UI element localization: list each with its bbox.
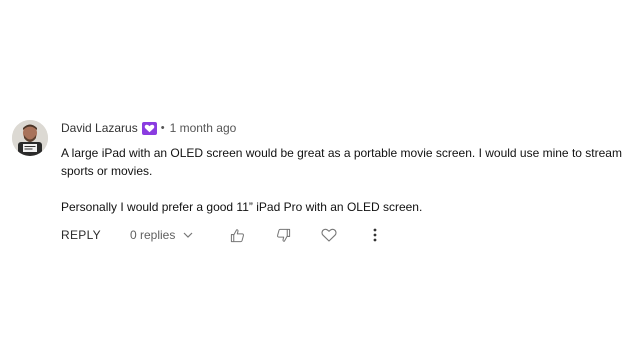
- meta-separator: •: [160, 122, 165, 134]
- replies-count: 0 replies: [129, 228, 176, 242]
- comment-text: A large iPad with an OLED screen would b…: [61, 144, 633, 216]
- comment-header: David Lazarus • 1 month ago: [61, 120, 633, 136]
- more-vertical-icon: [373, 228, 377, 242]
- dislike-button[interactable]: [273, 225, 293, 245]
- comment-paragraph: Personally I would prefer a good 11” iPa…: [61, 200, 423, 214]
- replies-toggle[interactable]: 0 replies: [130, 228, 193, 242]
- heart-icon: [321, 228, 337, 242]
- more-options-button[interactable]: [365, 225, 385, 245]
- like-button[interactable]: [227, 225, 247, 245]
- comment-timestamp: 1 month ago: [169, 121, 237, 135]
- heart-button[interactable]: [319, 225, 339, 245]
- avatar-image: [12, 120, 48, 156]
- chevron-down-icon: [183, 232, 193, 238]
- comment-paragraph: A large iPad with an OLED screen would b…: [61, 146, 622, 178]
- comment-actions: REPLY 0 replies: [61, 225, 633, 245]
- thumbs-down-icon: [276, 228, 290, 242]
- reply-button[interactable]: REPLY: [61, 228, 101, 242]
- comment-body: David Lazarus • 1 month ago A large iPad…: [61, 120, 633, 245]
- thumbs-up-icon: [230, 228, 244, 242]
- avatar[interactable]: [12, 120, 48, 156]
- heart-badge-icon: [141, 121, 157, 135]
- author-name[interactable]: David Lazarus: [61, 121, 138, 135]
